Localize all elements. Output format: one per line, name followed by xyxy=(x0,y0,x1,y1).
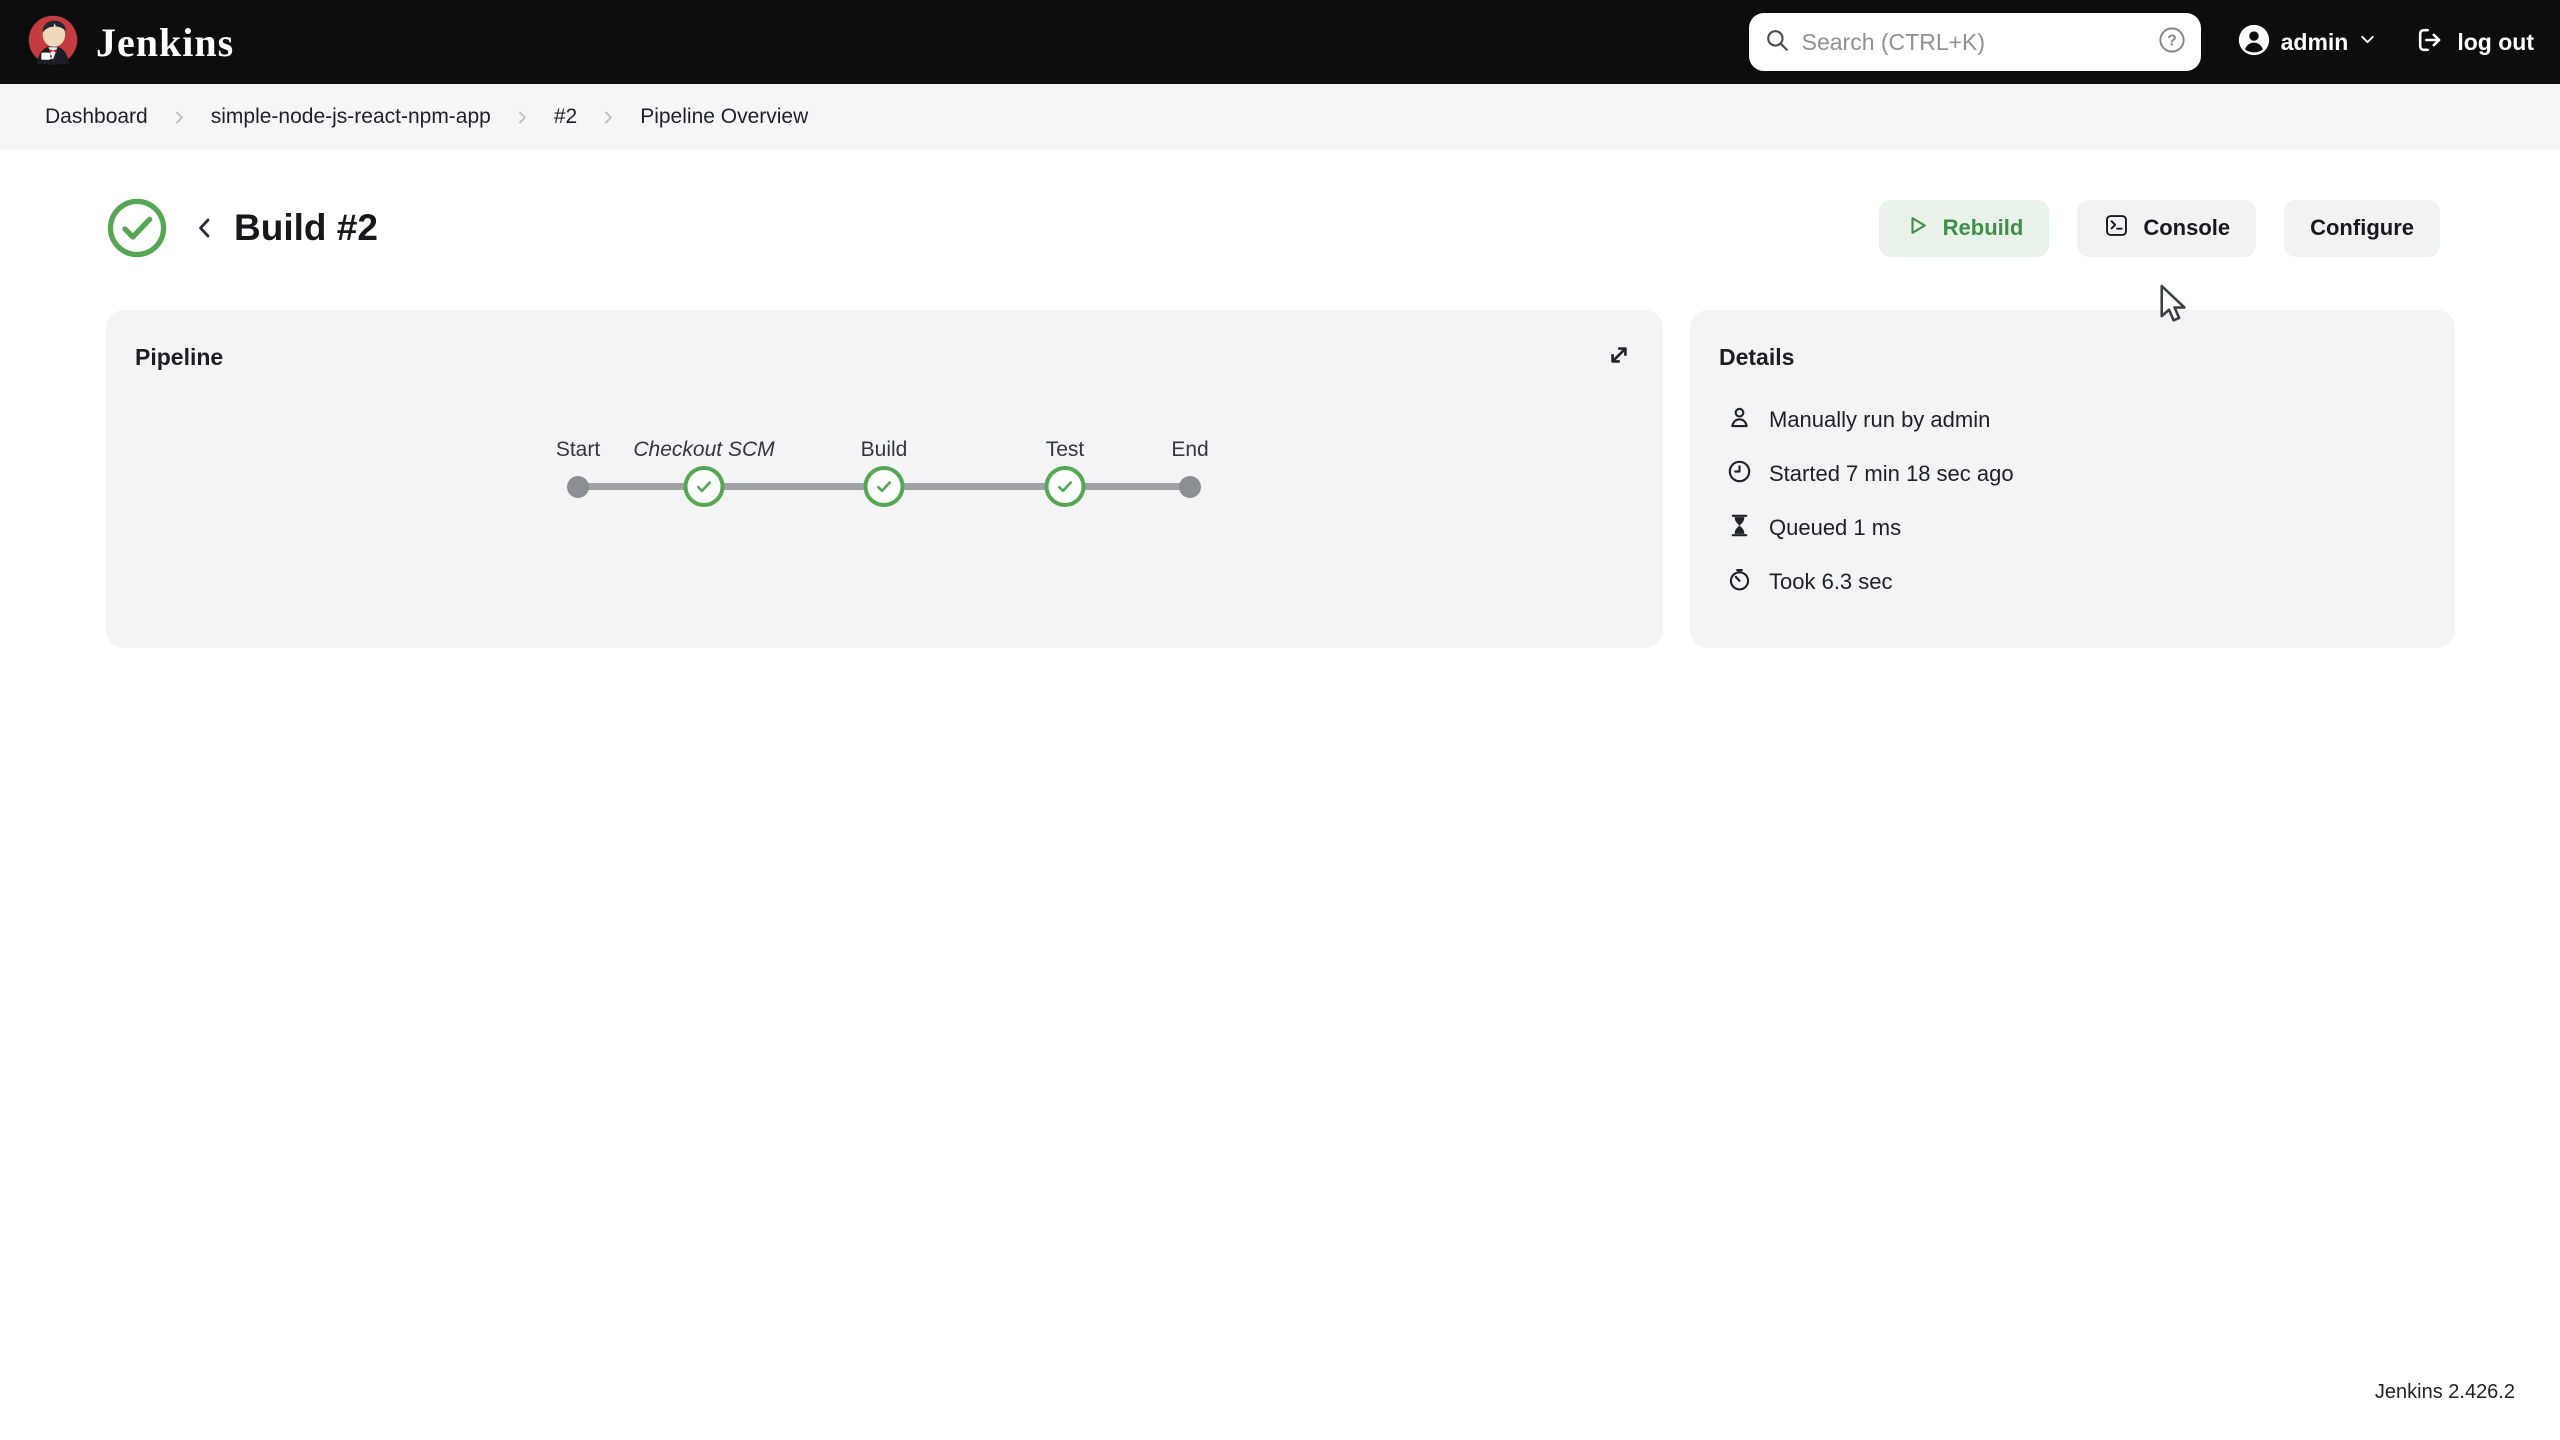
details-card: Details Manually run by admin Started 7 … xyxy=(1690,310,2455,648)
detail-row-queued: Queued 1 ms xyxy=(1690,501,2455,555)
detail-text: Manually run by admin xyxy=(1769,407,1991,432)
stage-node-build[interactable] xyxy=(863,466,905,507)
play-icon xyxy=(1905,213,1930,244)
configure-label: Configure xyxy=(2310,215,2414,240)
page-title: Build #2 xyxy=(234,207,378,248)
breadcrumb-pipeline-overview[interactable]: Pipeline Overview xyxy=(640,105,808,129)
detail-text: Queued 1 ms xyxy=(1769,515,1902,540)
console-button[interactable]: Console xyxy=(2077,199,2257,257)
expand-pipeline-button[interactable] xyxy=(1601,338,1637,374)
header-actions: Rebuild Console Configure xyxy=(1878,199,2440,257)
logout-button[interactable]: log out xyxy=(2415,25,2534,60)
detail-text: Took 6.3 sec xyxy=(1769,569,1893,594)
brand-wordmark: Jenkins xyxy=(96,19,235,65)
search-help-icon[interactable]: ? xyxy=(2158,26,2186,59)
rebuild-button[interactable]: Rebuild xyxy=(1878,199,2050,257)
top-navbar: Jenkins ? xyxy=(0,0,2560,84)
stage-node-start[interactable] xyxy=(567,476,589,498)
breadcrumb-separator-icon xyxy=(600,109,617,126)
breadcrumb-separator-icon xyxy=(514,109,531,126)
detail-row-cause: Manually run by admin xyxy=(1690,393,2455,447)
build-success-icon xyxy=(106,197,168,259)
back-chevron-icon[interactable] xyxy=(190,213,220,243)
jenkins-version-link[interactable]: Jenkins 2.426.2 xyxy=(2375,1381,2515,1404)
clock-icon xyxy=(1726,458,1753,490)
stage-node-end[interactable] xyxy=(1179,476,1201,498)
detail-row-duration: Took 6.3 sec xyxy=(1690,555,2455,609)
pipeline-card: Pipeline Start Checkout SCM Build Test E… xyxy=(106,310,1663,648)
logout-label: log out xyxy=(2457,28,2534,55)
console-label: Console xyxy=(2143,215,2231,240)
terminal-icon xyxy=(2103,212,2130,245)
breadcrumb-dashboard[interactable]: Dashboard xyxy=(45,105,148,129)
search-icon xyxy=(1764,27,1790,58)
svg-text:?: ? xyxy=(2167,32,2177,49)
stage-label-test: Test xyxy=(1045,438,1085,461)
details-card-title: Details xyxy=(1719,344,1795,370)
chevron-down-icon xyxy=(2358,30,2377,54)
logout-icon xyxy=(2415,25,2445,60)
stage-label-start: Start xyxy=(555,438,601,461)
stage-label-build: Build xyxy=(860,438,908,461)
user-avatar-icon xyxy=(2237,23,2271,62)
search-input[interactable] xyxy=(1801,28,2146,56)
breadcrumb: Dashboard simple-node-js-react-npm-app #… xyxy=(0,84,2560,150)
build-header: Build #2 Rebuild Console Configure xyxy=(106,196,2440,260)
stopwatch-icon xyxy=(1726,566,1753,598)
expand-diagonal-icon xyxy=(1603,339,1635,374)
stage-label-end: End xyxy=(1171,438,1209,461)
stage-node-test[interactable] xyxy=(1044,466,1086,507)
breadcrumb-build-number[interactable]: #2 xyxy=(554,105,577,129)
user-icon xyxy=(1726,404,1753,436)
details-list: Manually run by admin Started 7 min 18 s… xyxy=(1690,393,2455,609)
stage-node-checkout-scm[interactable] xyxy=(683,466,725,507)
detail-text: Started 7 min 18 sec ago xyxy=(1769,461,2014,486)
jenkins-butler-logo-icon xyxy=(26,13,80,72)
breadcrumb-job[interactable]: simple-node-js-react-npm-app xyxy=(211,105,491,129)
jenkins-page: Jenkins ? xyxy=(0,0,2560,1440)
rebuild-label: Rebuild xyxy=(1942,215,2024,240)
pipeline-card-title: Pipeline xyxy=(135,344,224,370)
breadcrumb-separator-icon xyxy=(171,109,188,126)
configure-button[interactable]: Configure xyxy=(2284,199,2440,257)
detail-row-started: Started 7 min 18 sec ago xyxy=(1690,447,2455,501)
hourglass-icon xyxy=(1726,512,1753,544)
search-box: ? xyxy=(1748,13,2201,71)
stage-label-checkout-scm: Checkout SCM xyxy=(633,438,775,461)
jenkins-home-link[interactable]: Jenkins xyxy=(26,13,234,72)
user-menu[interactable]: admin xyxy=(2237,23,2378,62)
user-name: admin xyxy=(2280,28,2349,55)
